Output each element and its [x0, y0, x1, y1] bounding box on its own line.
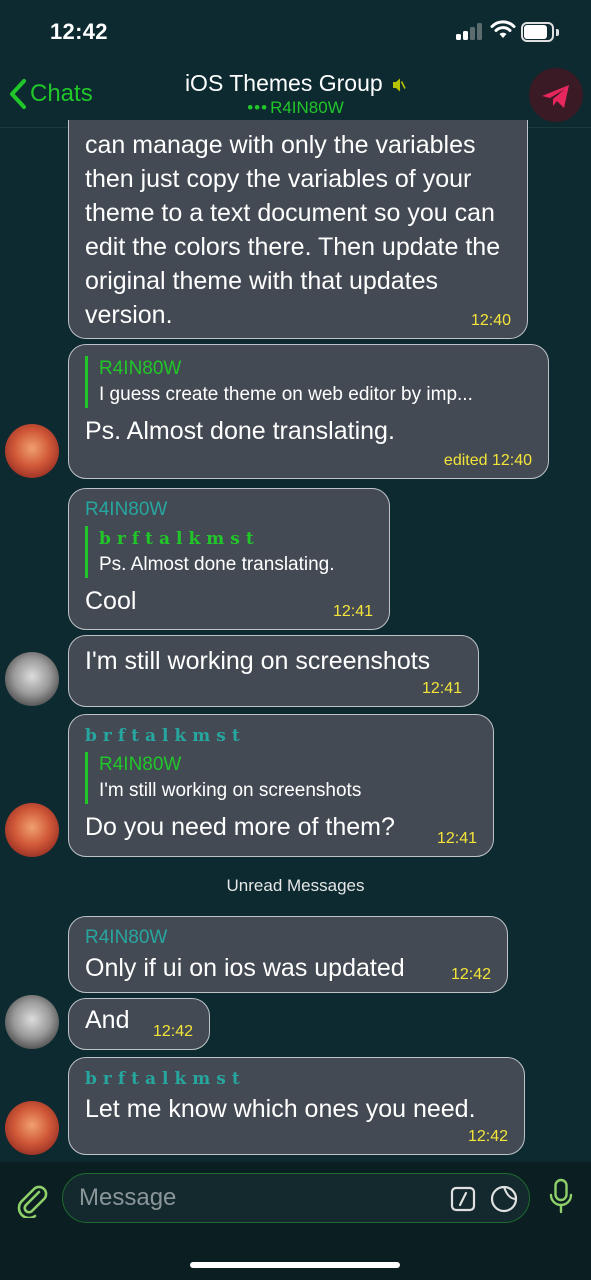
message-field[interactable] — [62, 1173, 530, 1223]
reply-quote[interactable]: R4IN80W I guess create theme on web edit… — [85, 356, 532, 408]
avatar[interactable] — [5, 424, 59, 478]
cellular-signal-icon — [456, 22, 484, 40]
microphone-icon[interactable] — [548, 1178, 574, 1216]
message-sender[interactable]: brftalkmst — [85, 1066, 508, 1092]
typing-user: R4IN80W — [270, 98, 344, 117]
avatar[interactable] — [5, 995, 59, 1049]
typing-indicator-icon: ••• — [247, 98, 269, 117]
avatar[interactable] — [5, 803, 59, 857]
avatar[interactable] — [5, 1101, 59, 1155]
sticker-icon[interactable] — [490, 1185, 518, 1213]
message-bubble[interactable]: R4IN80W brftalkmst Ps. Almost done trans… — [68, 488, 390, 630]
reply-sender: R4IN80W — [99, 358, 182, 379]
battery-icon — [521, 22, 559, 42]
reply-quote[interactable]: brftalkmst Ps. Almost done translating. — [85, 526, 373, 578]
message-time: edited 12:40 — [443, 452, 532, 469]
avatar[interactable] — [5, 652, 59, 706]
message-bubble[interactable]: can manage with only the variables then … — [68, 120, 528, 339]
home-indicator — [190, 1262, 400, 1268]
message-time: 12:42 — [152, 1023, 193, 1040]
group-avatar[interactable] — [529, 68, 583, 122]
wifi-icon — [490, 20, 516, 38]
reply-sender: brftalkmst — [99, 529, 260, 549]
reply-text: Ps. Almost done translating. — [99, 554, 335, 575]
message-text: Ps. Almost done translating. — [85, 417, 395, 445]
message-time: 12:41 — [332, 603, 373, 620]
reply-sender: R4IN80W — [99, 754, 182, 775]
message-sender[interactable]: brftalkmst — [85, 723, 477, 749]
message-bubble[interactable]: R4IN80W Only if ui on ios was updated 12… — [68, 916, 508, 993]
message-sender[interactable]: R4IN80W — [85, 497, 373, 523]
message-text: can manage with only the variables then … — [85, 131, 501, 329]
message-time: 12:41 — [421, 680, 462, 697]
unread-divider: Unread Messages — [226, 876, 365, 895]
reply-quote[interactable]: R4IN80W I'm still working on screenshots — [85, 752, 477, 804]
reply-text: I'm still working on screenshots — [99, 780, 362, 801]
telegram-logo-icon — [542, 85, 569, 108]
reply-text: I guess create theme on web editor by im… — [99, 384, 473, 405]
message-input[interactable] — [79, 1182, 439, 1214]
message-bubble[interactable]: And 12:42 — [68, 998, 210, 1050]
bot-command-icon[interactable] — [450, 1186, 476, 1212]
chat-title[interactable]: iOS Themes Group — [0, 70, 591, 97]
message-time: 12:42 — [450, 966, 491, 983]
message-time: 12:41 — [436, 830, 477, 847]
mute-icon — [393, 78, 406, 92]
chat-header: Chats iOS Themes Group ••• R4IN80W — [0, 60, 591, 128]
message-time: 12:40 — [470, 312, 511, 329]
chat-subtitle: ••• R4IN80W — [0, 98, 591, 118]
message-bubble[interactable]: I'm still working on screenshots 12:41 — [68, 635, 479, 707]
message-text: Let me know which ones you need. — [85, 1095, 476, 1123]
message-bubble[interactable]: brftalkmst Let me know which ones you ne… — [68, 1057, 525, 1155]
message-sender[interactable]: R4IN80W — [85, 925, 491, 951]
composer-bar — [0, 1162, 591, 1280]
message-bubble[interactable]: brftalkmst R4IN80W I'm still working on … — [68, 714, 494, 857]
message-bubble[interactable]: R4IN80W I guess create theme on web edit… — [68, 344, 549, 479]
status-time: 12:42 — [50, 19, 108, 44]
message-text: Do you need more of them? — [85, 813, 395, 841]
message-text: I'm still working on screenshots — [85, 647, 431, 675]
status-bar: 12:42 — [0, 0, 591, 60]
paperclip-icon[interactable] — [14, 1180, 48, 1218]
chat-title-text: iOS Themes Group — [184, 70, 383, 96]
message-time: 12:42 — [467, 1128, 508, 1145]
message-text: Only if ui on ios was updated — [85, 954, 405, 982]
message-text: Cool — [85, 587, 137, 615]
